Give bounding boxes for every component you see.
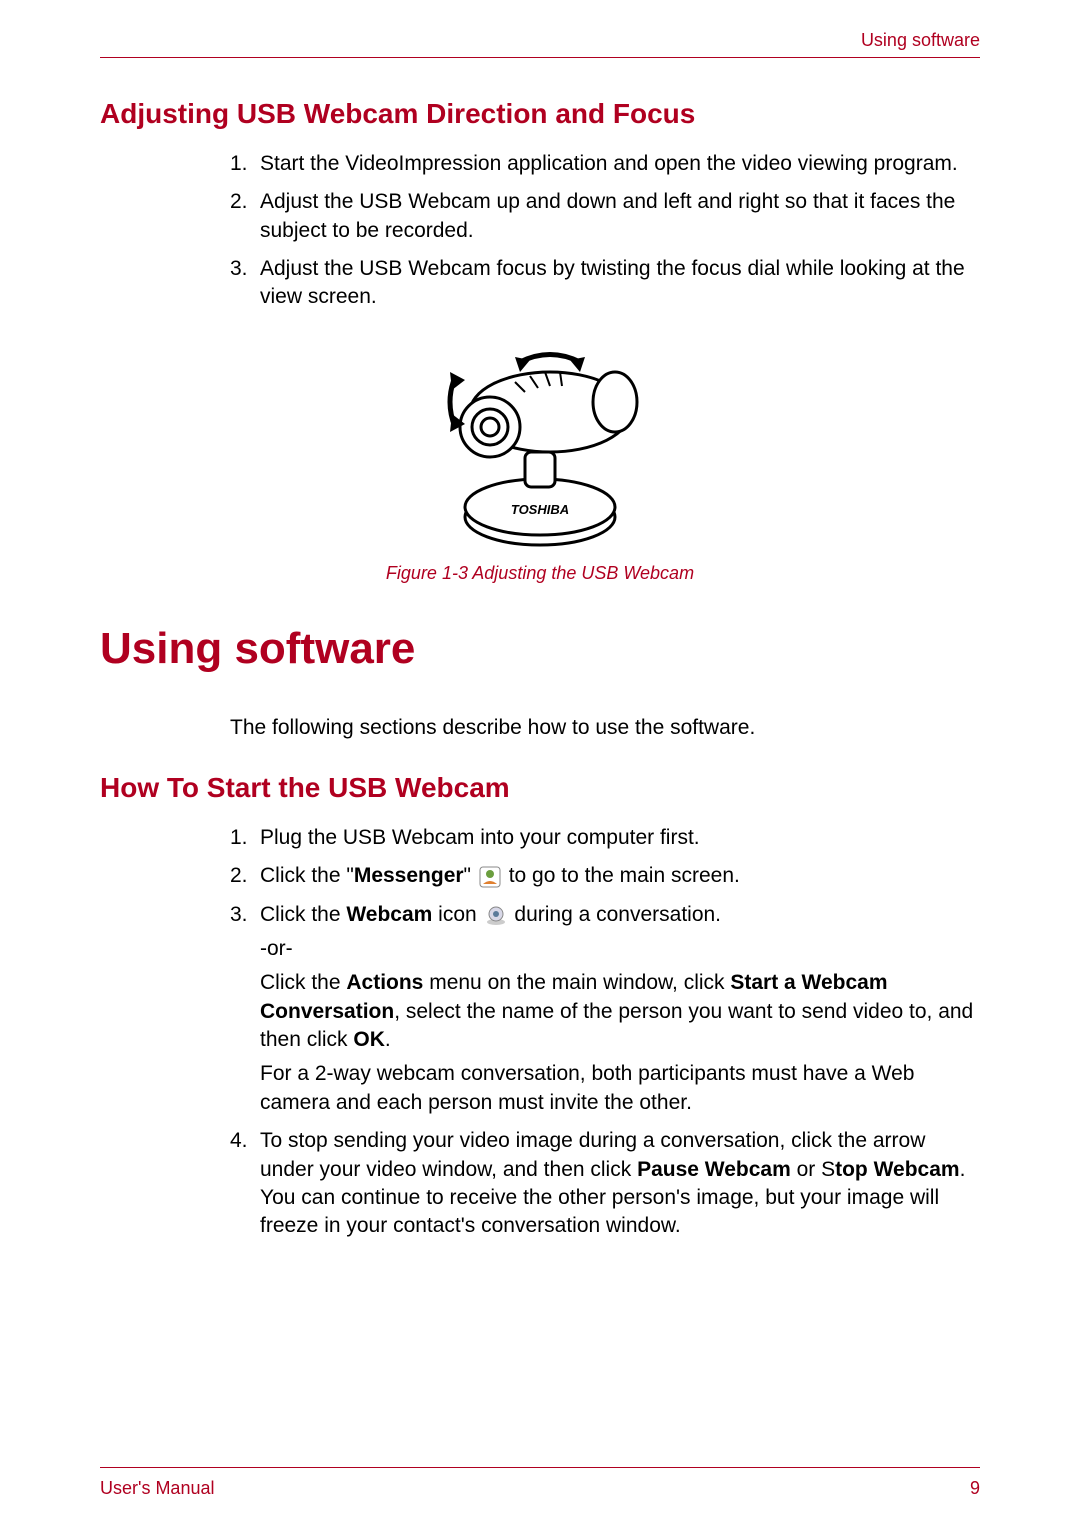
footer-page-number: 9	[970, 1478, 980, 1499]
step-text-pre: Click the	[260, 903, 346, 926]
step-text: Plug the USB Webcam into your computer f…	[260, 826, 700, 849]
list-item: 1.Plug the USB Webcam into your computer…	[230, 824, 980, 852]
heading-how-to-start: How To Start the USB Webcam	[100, 772, 980, 804]
list-item: 2. Click the "Messenger" to go to the ma…	[230, 862, 980, 890]
page-container: Using software Adjusting USB Webcam Dire…	[0, 0, 1080, 1529]
step-text-pre: Click the "	[260, 864, 354, 887]
brand-label: TOSHIBA	[511, 502, 569, 517]
bold-webcam: Webcam	[346, 903, 432, 926]
step-text-tail: to go to the main screen.	[509, 864, 740, 887]
header-section-label: Using software	[100, 30, 980, 58]
page-footer: User's Manual 9	[100, 1467, 980, 1499]
list-item: 2.Adjust the USB Webcam up and down and …	[230, 188, 980, 245]
figure-caption: Figure 1-3 Adjusting the USB Webcam	[100, 563, 980, 584]
webcam-illustration: TOSHIBA	[400, 342, 680, 552]
list-item: 3.Adjust the USB Webcam focus by twistin…	[230, 255, 980, 312]
list-item: 1.Start the VideoImpression application …	[230, 150, 980, 178]
intro-paragraph: The following sections describe how to u…	[230, 714, 980, 742]
steps-list-adjusting: 1.Start the VideoImpression application …	[230, 150, 980, 322]
step-text-tail: during a conversation.	[514, 903, 721, 926]
step-text: Start the VideoImpression application an…	[260, 152, 958, 175]
or-text: -or-	[260, 935, 980, 963]
steps-list-start-webcam: 1.Plug the USB Webcam into your computer…	[230, 824, 980, 1250]
bold-messenger: Messenger	[354, 864, 464, 887]
webcam-icon	[485, 904, 507, 926]
list-item: 4. To stop sending your video image duri…	[230, 1127, 980, 1240]
list-item: 3. Click the Webcam icon during a conver…	[230, 901, 980, 1117]
step-text: Adjust the USB Webcam focus by twisting …	[260, 257, 965, 308]
alt-instruction: Click the Actions menu on the main windo…	[260, 969, 980, 1054]
two-way-note: For a 2-way webcam conversation, both pa…	[260, 1060, 980, 1117]
figure-webcam: TOSHIBA	[100, 342, 980, 584]
footer-manual-label: User's Manual	[100, 1478, 214, 1499]
heading-adjusting-webcam: Adjusting USB Webcam Direction and Focus	[100, 98, 980, 130]
step-text: Adjust the USB Webcam up and down and le…	[260, 190, 955, 241]
messenger-icon	[479, 866, 501, 888]
heading-using-software: Using software	[100, 624, 980, 674]
